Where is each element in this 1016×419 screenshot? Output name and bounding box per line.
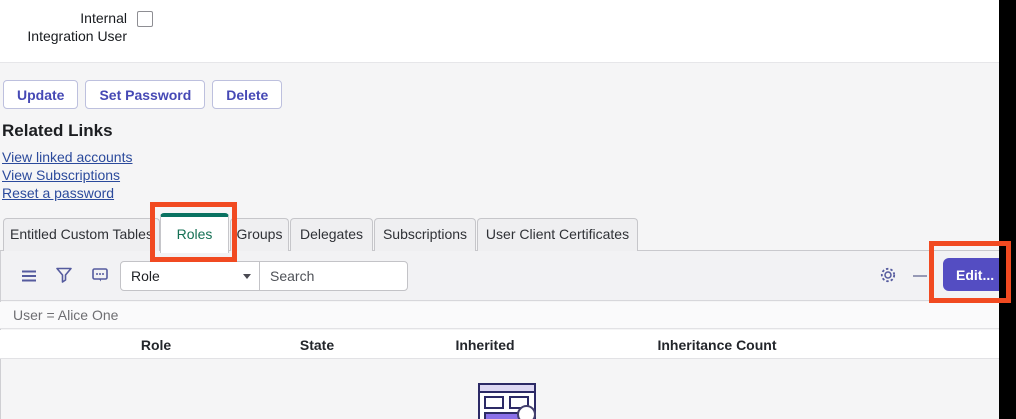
related-links-heading: Related Links — [2, 121, 113, 141]
search-column-value: Role — [131, 268, 160, 284]
column-header-state[interactable]: State — [277, 330, 357, 359]
magnifier-icon — [517, 405, 536, 419]
comments-icon[interactable] — [91, 266, 109, 284]
search-input[interactable] — [259, 261, 408, 291]
column-header-inheritance-count[interactable]: Inheritance Count — [657, 330, 777, 359]
internal-integration-user-label: Internal Integration User — [0, 9, 127, 45]
tab-user-client-certificates[interactable]: User Client Certificates — [477, 218, 638, 251]
delete-button[interactable]: Delete — [212, 80, 282, 109]
view-linked-accounts-link[interactable]: View linked accounts — [2, 149, 132, 165]
empty-list-illustration — [478, 383, 538, 419]
list-header-row: Role State Inherited Inheritance Count — [0, 330, 999, 359]
tab-entitled-custom-tables[interactable]: Entitled Custom Tables — [3, 218, 160, 251]
menu-icon[interactable] — [20, 267, 38, 285]
search-column-select[interactable]: Role — [120, 261, 260, 291]
internal-integration-user-checkbox[interactable] — [137, 11, 153, 27]
illustration-cell — [484, 396, 504, 409]
gear-icon[interactable] — [879, 266, 897, 284]
edit-button[interactable]: Edit... — [943, 258, 1007, 291]
filter-breadcrumb: User = Alice One — [13, 307, 118, 323]
reset-a-password-link[interactable]: Reset a password — [2, 185, 114, 201]
update-button[interactable]: Update — [3, 80, 78, 109]
view-subscriptions-link[interactable]: View Subscriptions — [2, 167, 120, 183]
chevron-down-icon — [243, 274, 251, 279]
filter-icon[interactable] — [55, 266, 73, 284]
tab-roles[interactable]: Roles — [160, 213, 229, 253]
column-header-inherited[interactable]: Inherited — [445, 330, 525, 359]
illustration-header-band — [480, 385, 534, 393]
user-record-page: Internal Integration User Update Set Pas… — [0, 0, 1016, 419]
column-header-role[interactable]: Role — [116, 330, 196, 359]
list-filter-row[interactable]: User = Alice One — [0, 302, 999, 329]
set-password-button[interactable]: Set Password — [85, 80, 205, 109]
minimize-icon[interactable] — [911, 267, 929, 285]
tab-delegates[interactable]: Delegates — [290, 218, 373, 251]
right-letterbox-bar — [999, 0, 1016, 419]
tab-groups[interactable]: Groups — [230, 218, 289, 251]
tab-subscriptions[interactable]: Subscriptions — [374, 218, 476, 251]
form-action-buttons: Update Set Password Delete — [3, 80, 282, 109]
